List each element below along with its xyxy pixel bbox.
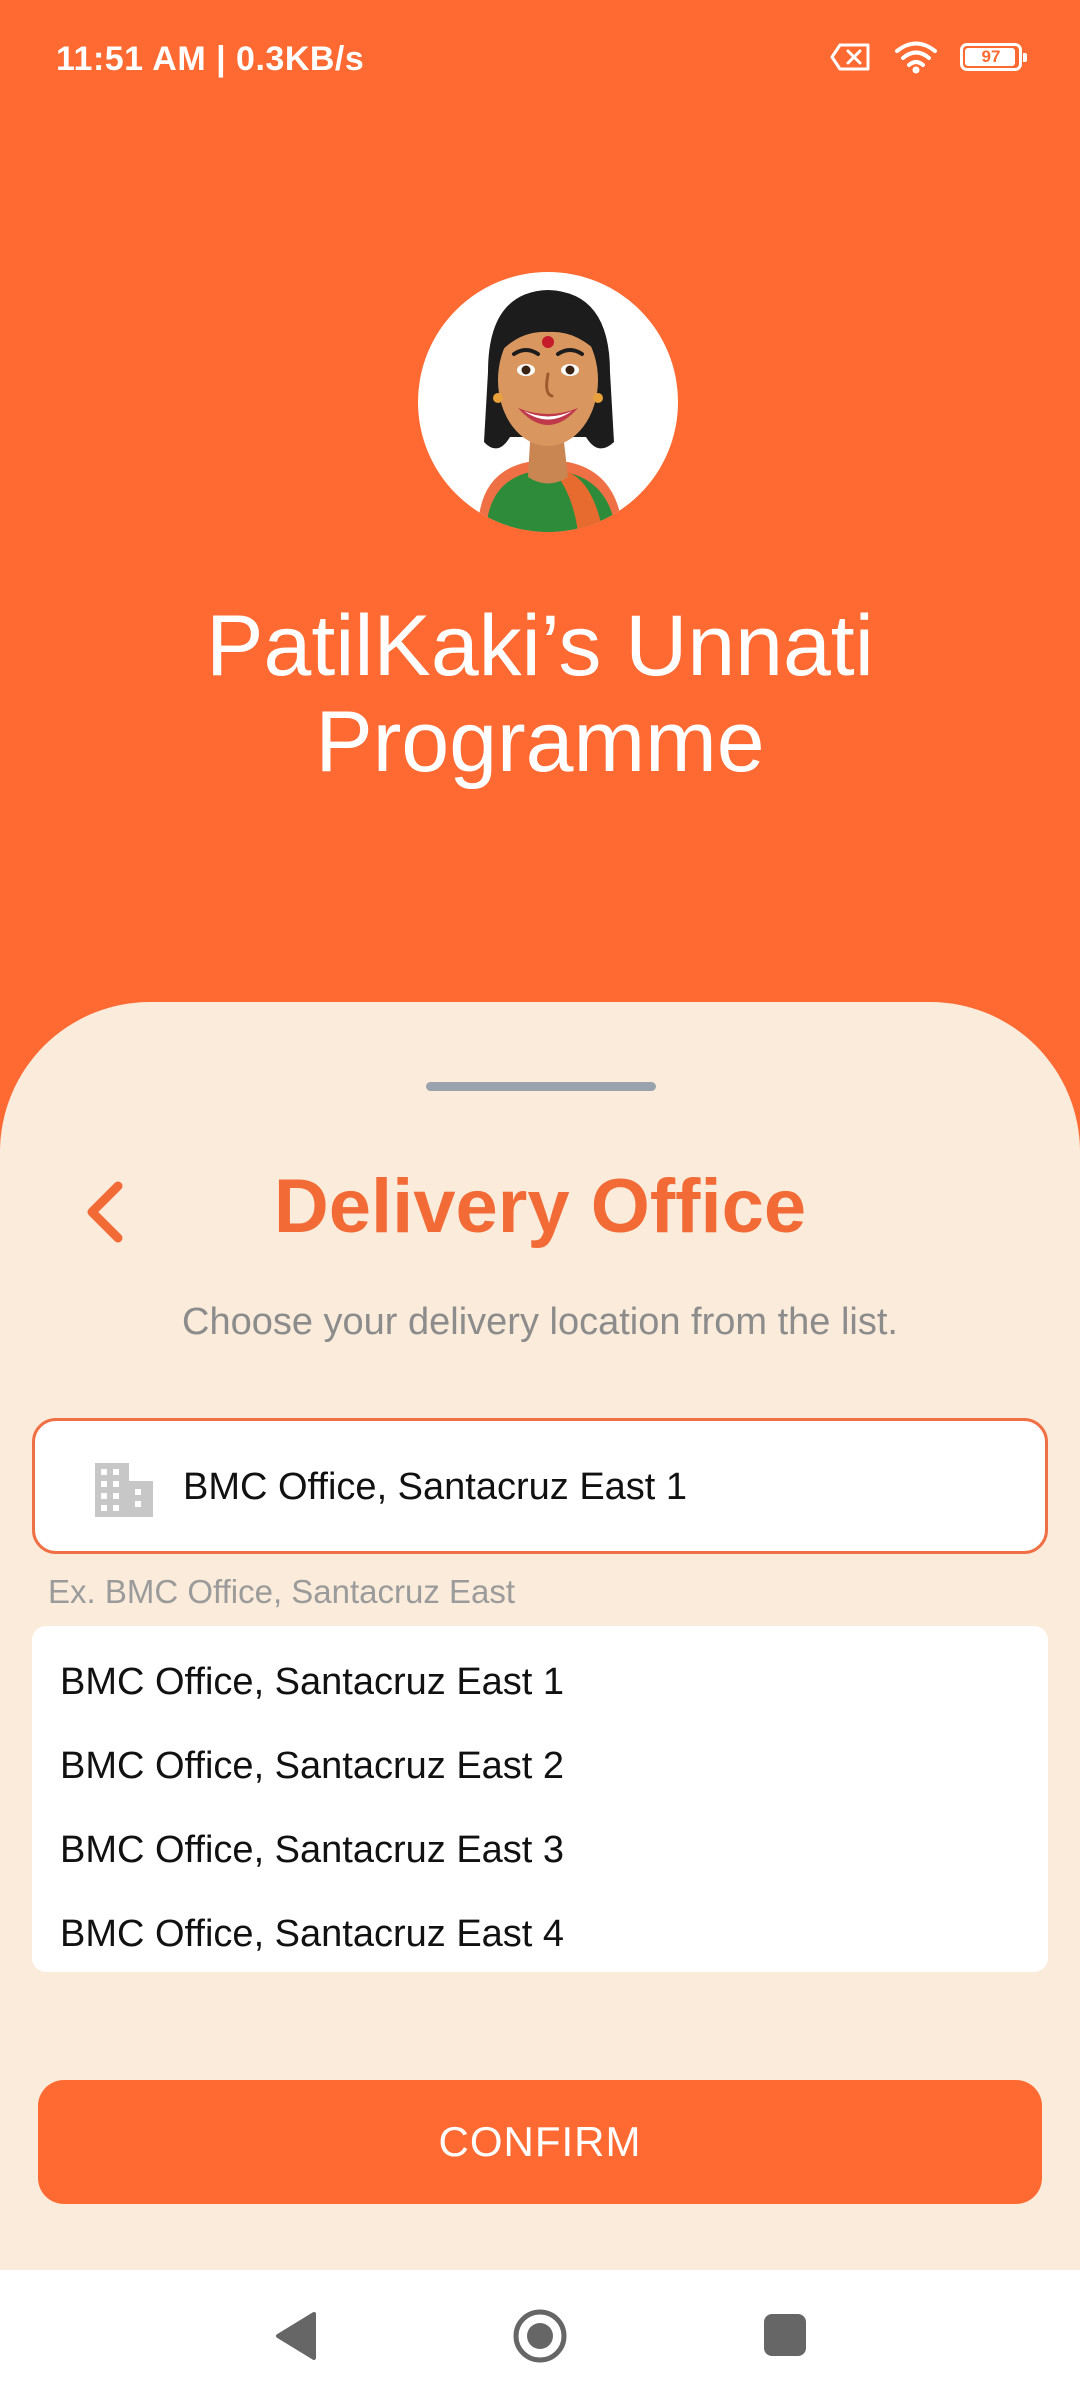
suggestion-item[interactable]: BMC Office, Santacruz East 3 xyxy=(32,1808,1048,1892)
home-circle-icon[interactable] xyxy=(512,2308,568,2364)
delivery-office-value: BMC Office, Santacruz East 1 xyxy=(183,1466,688,1508)
back-triangle-icon[interactable] xyxy=(272,2310,318,2362)
confirm-button[interactable]: CONFIRM xyxy=(38,2080,1042,2204)
page-subtitle: Choose your delivery location from the l… xyxy=(182,1301,898,1343)
delivery-office-input[interactable]: BMC Office, Santacruz East 1 xyxy=(32,1418,1048,1554)
suggestion-list: BMC Office, Santacruz East 1 BMC Office,… xyxy=(32,1626,1048,1972)
sim-no-signal-icon xyxy=(830,43,870,71)
status-bar: 11:51 AM | 0.3KB/s 97 xyxy=(0,0,1080,120)
page-title: Delivery Office xyxy=(273,1164,807,1249)
suggestion-item[interactable]: BMC Office, Santacruz East 4 xyxy=(32,1892,1048,1976)
battery-icon: 97 xyxy=(960,43,1027,71)
app-title-line1: PatilKaki’s Unnati xyxy=(206,598,874,694)
app-title: PatilKaki’s Unnati Programme xyxy=(0,598,1080,790)
status-icons: 97 xyxy=(830,40,1027,74)
battery-level: 97 xyxy=(981,47,1001,66)
wifi-icon xyxy=(895,41,937,74)
system-nav-bar xyxy=(0,2270,1080,2400)
input-helper-text: Ex. BMC Office, Santacruz East xyxy=(48,1573,516,1610)
woman-avatar-illustration xyxy=(418,272,678,532)
recents-square-icon[interactable] xyxy=(764,2314,806,2356)
building-icon xyxy=(95,1463,153,1517)
suggestion-item[interactable]: BMC Office, Santacruz East 2 xyxy=(32,1724,1048,1808)
status-time: 11:51 AM | 0.3KB/s xyxy=(56,40,365,78)
drag-handle[interactable] xyxy=(426,1082,656,1091)
app-title-line2: Programme xyxy=(315,694,765,790)
suggestion-item[interactable]: BMC Office, Santacruz East 1 xyxy=(32,1640,1048,1724)
bottom-sheet: Delivery Office Choose your delivery loc… xyxy=(0,1002,1080,2270)
